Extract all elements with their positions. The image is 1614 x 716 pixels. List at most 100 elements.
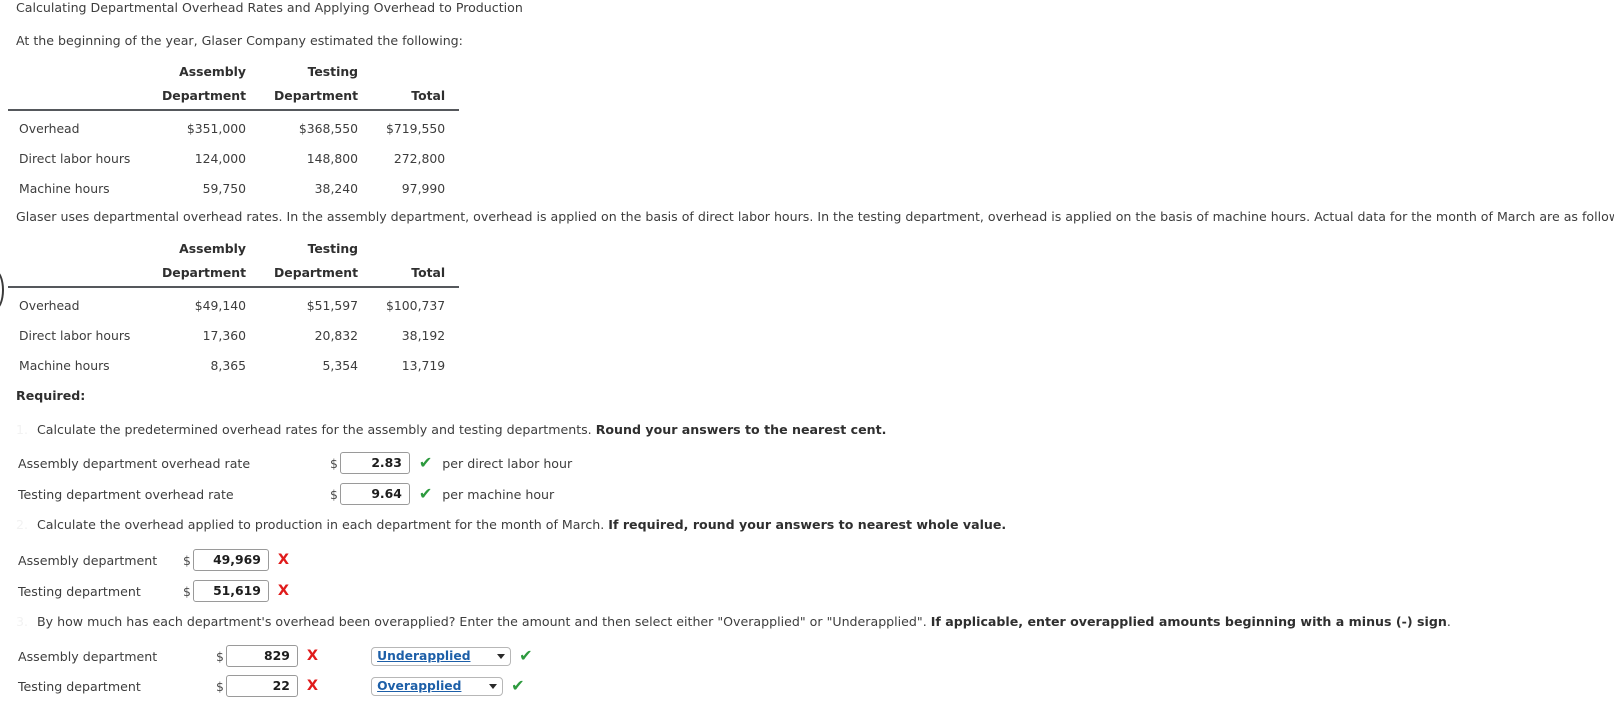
table-row: Direct labor hours 17,360 20,832 38,192 (8, 321, 459, 351)
currency-symbol: $ (216, 648, 224, 664)
question-3-text: By how much has each department's overhe… (37, 614, 931, 629)
cell-assembly: 17,360 (202, 328, 247, 343)
row-label: Direct labor hours (19, 328, 131, 343)
correct-check-icon: ✔ (511, 676, 525, 695)
currency-symbol: $ (216, 678, 224, 694)
question-1-marker: 1. (16, 422, 29, 437)
answer-row-testing-applied: Testing department $ 51,619 X (18, 580, 289, 602)
question-1-text: Calculate the predetermined overhead rat… (37, 422, 596, 437)
correct-check-icon: ✔ (418, 484, 433, 503)
assembly-variance-input[interactable]: 829 (225, 645, 298, 667)
cell-assembly: 59,750 (202, 181, 247, 196)
question-2-marker: 2. (16, 517, 29, 532)
intro-text: At the beginning of the year, Glaser Com… (16, 33, 463, 48)
estimated-data-table: Assembly Testing Department Department T… (8, 60, 460, 204)
page-title: Calculating Departmental Overhead Rates … (16, 0, 523, 15)
question-2-bold: If required, round your answers to neare… (608, 517, 1007, 532)
question-1-prompt: 1. Calculate the predetermined overhead r… (16, 422, 886, 437)
cell-assembly: 124,000 (194, 151, 247, 166)
question-3-text-after: . (1446, 614, 1451, 629)
estimated-header-blank-3 (8, 83, 148, 111)
actual-header-testing-department: Department (260, 260, 373, 288)
incorrect-x-icon: X (277, 582, 290, 599)
cell-testing: 5,354 (322, 358, 359, 373)
testing-rate-input[interactable]: 9.64 (339, 483, 410, 505)
incorrect-x-icon: X (277, 551, 290, 568)
currency-symbol: $ (183, 583, 191, 599)
cell-testing: 148,800 (306, 151, 359, 166)
row-label: Direct labor hours (19, 151, 131, 166)
unit-label: per direct labor hour (442, 455, 573, 471)
chevron-down-icon (489, 684, 498, 689)
incorrect-x-icon: X (306, 677, 319, 694)
currency-symbol: $ (330, 455, 338, 471)
table-row: Overhead $49,140 $51,597 $100,737 (8, 287, 459, 321)
correct-check-icon: ✔ (418, 453, 433, 472)
assembly-variance-select-value: Underapplied (377, 648, 471, 663)
estimated-header-testing-department: Department (260, 83, 373, 111)
estimated-header-total: Total (372, 83, 460, 111)
assembly-rate-input[interactable]: 2.83 (339, 452, 410, 474)
answer-row-assembly-applied: Assembly department $ 49,969 X (18, 549, 289, 571)
testing-variance-input[interactable]: 22 (225, 675, 298, 697)
answer-label: Testing department (18, 583, 141, 599)
testing-applied-input[interactable]: 51,619 (192, 580, 269, 602)
testing-variance-select-value: Overapplied (377, 678, 462, 693)
assembly-applied-input[interactable]: 49,969 (192, 549, 269, 571)
estimated-header-testing: Testing (307, 64, 359, 79)
answer-label: Assembly department overhead rate (18, 455, 251, 471)
answer-row-assembly-rate: Assembly department overhead rate $ 2.83… (18, 452, 572, 474)
paragraph-text: Glaser uses departmental overhead rates.… (16, 209, 1614, 224)
exercise-page: Calculating Departmental Overhead Rates … (0, 0, 1614, 716)
row-label: Machine hours (19, 358, 110, 373)
cell-assembly: $49,140 (194, 298, 247, 313)
answer-row-assembly-variance: Assembly department $ 829 X Underapplied… (18, 645, 532, 667)
estimated-header-blank-2 (372, 60, 459, 84)
question-3-bold: If applicable, enter overapplied amounts… (930, 614, 1447, 629)
question-2-text: Calculate the overhead applied to produc… (37, 517, 609, 532)
cell-testing: 20,832 (314, 328, 359, 343)
cell-testing: $51,597 (306, 298, 359, 313)
actual-header-total: Total (372, 260, 460, 288)
actual-header-blank-1 (8, 237, 148, 261)
incorrect-x-icon: X (306, 647, 319, 664)
currency-symbol: $ (183, 552, 191, 568)
unit-label: per machine hour (442, 486, 555, 502)
actual-data-table: Assembly Testing Department Department T… (8, 237, 460, 381)
row-label: Machine hours (19, 181, 110, 196)
table-row: Machine hours 59,750 38,240 97,990 (8, 174, 459, 204)
actual-header-blank-3 (8, 260, 148, 288)
testing-variance-select[interactable]: Overapplied (371, 676, 504, 696)
row-label: Overhead (19, 121, 80, 136)
assembly-variance-select[interactable]: Underapplied (371, 646, 512, 666)
cell-total: 97,990 (401, 181, 446, 196)
question-2-prompt: 2. Calculate the overhead applied to prod… (16, 517, 1006, 532)
cell-assembly: 8,365 (210, 358, 247, 373)
answer-label: Testing department (18, 678, 141, 694)
table-row: Overhead $351,000 $368,550 $719,550 (8, 110, 459, 144)
chevron-down-icon (497, 654, 506, 659)
cell-total: $100,737 (386, 298, 446, 313)
cell-total: 13,719 (401, 358, 446, 373)
currency-symbol: $ (330, 486, 338, 502)
answer-label: Testing department overhead rate (18, 486, 234, 502)
actual-header-assembly: Assembly (179, 241, 247, 256)
cell-total: 38,192 (401, 328, 446, 343)
cell-assembly: $351,000 (186, 121, 247, 136)
answer-label: Assembly department (18, 552, 158, 568)
table-row: Direct labor hours 124,000 148,800 272,8… (8, 144, 459, 174)
answer-row-testing-rate: Testing department overhead rate $ 9.64 … (18, 483, 554, 505)
required-heading: Required: (16, 388, 86, 403)
cell-total: 272,800 (393, 151, 446, 166)
cell-testing: 38,240 (314, 181, 359, 196)
question-1-bold: Round your answers to the nearest cent. (595, 422, 887, 437)
cell-testing: $368,550 (298, 121, 359, 136)
estimated-header-assembly: Assembly (179, 64, 247, 79)
actual-header-blank-2 (372, 237, 459, 261)
cell-total: $719,550 (386, 121, 446, 136)
actual-header-assembly-department: Department (148, 260, 261, 288)
correct-check-icon: ✔ (519, 646, 533, 665)
row-label: Overhead (19, 298, 80, 313)
question-3-prompt: 3. By how much has each department's over… (16, 614, 1451, 629)
question-3-marker: 3. (16, 614, 29, 629)
